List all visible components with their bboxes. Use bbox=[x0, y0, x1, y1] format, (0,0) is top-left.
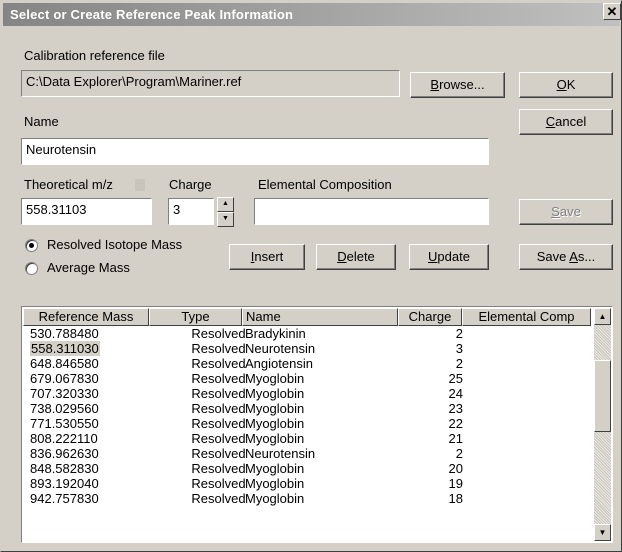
cell-name: Neurotensin bbox=[245, 446, 316, 461]
col-header-reference-mass[interactable]: Reference Mass bbox=[23, 308, 149, 326]
cell-name: Myoglobin bbox=[245, 461, 305, 476]
charge-field[interactable]: 3 bbox=[168, 198, 214, 225]
col-header-type[interactable]: Type bbox=[149, 308, 242, 326]
mz-marker bbox=[135, 179, 145, 191]
cell-charge: 21 bbox=[448, 431, 463, 446]
table-row[interactable]: 808.222110 Resolved Myoglobin 21 bbox=[23, 431, 591, 446]
update-button[interactable]: Update bbox=[409, 244, 489, 270]
scroll-down-arrow-icon[interactable]: ▼ bbox=[594, 524, 611, 541]
col-header-charge[interactable]: Charge bbox=[398, 308, 462, 326]
name-input-value: Neurotensin bbox=[26, 142, 97, 157]
table-row[interactable]: 530.788480 Resolved Bradykinin 2 bbox=[23, 326, 591, 341]
cell-name: Myoglobin bbox=[245, 401, 305, 416]
theoretical-mz-field[interactable]: 558.31103 bbox=[21, 198, 152, 225]
table-row[interactable]: 707.320330 Resolved Myoglobin 24 bbox=[23, 386, 591, 401]
spin-up-icon[interactable]: ▲ bbox=[217, 197, 234, 212]
charge-value: 3 bbox=[173, 202, 181, 217]
reference-peak-list[interactable]: Reference Mass Type Name Charge Elementa… bbox=[21, 306, 613, 543]
cell-reference-mass: 942.757830 bbox=[30, 491, 99, 506]
radio-resolved-isotope[interactable] bbox=[25, 239, 38, 252]
cell-name: Myoglobin bbox=[245, 386, 305, 401]
cell-charge: 2 bbox=[455, 326, 463, 341]
cell-name: Myoglobin bbox=[245, 371, 305, 386]
table-row[interactable]: 848.582830 Resolved Myoglobin 20 bbox=[23, 461, 591, 476]
ok-button[interactable]: OK bbox=[519, 72, 613, 98]
save-as-button[interactable]: Save As... bbox=[519, 244, 613, 270]
save-button[interactable]: Save bbox=[519, 199, 613, 225]
cell-name: Myoglobin bbox=[245, 431, 305, 446]
radio-resolved-label: Resolved Isotope Mass bbox=[47, 237, 183, 252]
cell-reference-mass: 836.962630 bbox=[30, 446, 99, 461]
table-row[interactable]: 679.067830 Resolved Myoglobin 25 bbox=[23, 371, 591, 386]
col-header-elemental-comp[interactable]: Elemental Comp bbox=[462, 308, 591, 326]
calibration-file-label: Calibration reference file bbox=[24, 48, 165, 63]
cell-reference-mass: 530.788480 bbox=[30, 326, 99, 341]
dialog-title: Select or Create Reference Peak Informat… bbox=[10, 7, 294, 22]
scroll-up-arrow-icon[interactable]: ▲ bbox=[594, 308, 611, 325]
cell-charge: 24 bbox=[448, 386, 463, 401]
col-header-name[interactable]: Name bbox=[242, 308, 398, 326]
cell-name: Bradykinin bbox=[245, 326, 306, 341]
cell-reference-mass: 771.530550 bbox=[30, 416, 99, 431]
insert-button[interactable]: Insert bbox=[229, 244, 305, 270]
table-row[interactable]: 558.311030 Resolved Neurotensin 3 bbox=[23, 341, 591, 356]
cell-name: Myoglobin bbox=[245, 416, 305, 431]
cell-charge: 22 bbox=[448, 416, 463, 431]
cell-reference-mass: 648.846580 bbox=[30, 356, 99, 371]
charge-label: Charge bbox=[169, 177, 212, 192]
theoretical-mz-value: 558.31103 bbox=[26, 202, 87, 217]
cell-charge: 20 bbox=[448, 461, 463, 476]
cell-name: Neurotensin bbox=[245, 341, 316, 356]
reference-peak-dialog: Select or Create Reference Peak Informat… bbox=[0, 0, 622, 552]
cell-charge: 2 bbox=[455, 356, 463, 371]
radio-average-mass[interactable] bbox=[25, 262, 38, 275]
table-row[interactable]: 942.757830 Resolved Myoglobin 18 bbox=[23, 491, 591, 506]
cell-name: Myoglobin bbox=[245, 476, 305, 491]
radio-average-label: Average Mass bbox=[47, 260, 130, 275]
cell-name: Myoglobin bbox=[245, 491, 305, 506]
cell-reference-mass: 893.192040 bbox=[30, 476, 99, 491]
cell-charge: 25 bbox=[448, 371, 463, 386]
cell-reference-mass: 848.582830 bbox=[30, 461, 99, 476]
cell-name: Angiotensin bbox=[245, 356, 313, 371]
cell-charge: 18 bbox=[448, 491, 463, 506]
browse-button[interactable]: Browse... bbox=[410, 72, 505, 98]
list-vertical-scrollbar[interactable]: ▲ ▼ bbox=[594, 308, 611, 541]
cell-charge: 23 bbox=[448, 401, 463, 416]
delete-button[interactable]: Delete bbox=[316, 244, 396, 270]
cancel-button[interactable]: Cancel bbox=[519, 109, 613, 135]
cell-charge: 2 bbox=[455, 446, 463, 461]
cell-reference-mass: 558.311030 bbox=[30, 341, 100, 356]
table-row[interactable]: 648.846580 Resolved Angiotensin 2 bbox=[23, 356, 591, 371]
table-row[interactable]: 893.192040 Resolved Myoglobin 19 bbox=[23, 476, 591, 491]
elemental-composition-field[interactable] bbox=[254, 198, 489, 225]
scroll-thumb[interactable] bbox=[594, 360, 611, 432]
calibration-file-path: C:\Data Explorer\Program\Mariner.ref bbox=[26, 74, 242, 89]
table-row[interactable]: 738.029560 Resolved Myoglobin 23 bbox=[23, 401, 591, 416]
table-row[interactable]: 771.530550 Resolved Myoglobin 22 bbox=[23, 416, 591, 431]
table-row[interactable]: 836.962630 Resolved Neurotensin 2 bbox=[23, 446, 591, 461]
cell-reference-mass: 808.222110 bbox=[30, 431, 98, 446]
close-button[interactable]: ✕ bbox=[603, 3, 621, 20]
spin-down-icon[interactable]: ▼ bbox=[217, 212, 234, 227]
elemental-composition-label: Elemental Composition bbox=[258, 177, 392, 192]
cell-reference-mass: 679.067830 bbox=[30, 371, 99, 386]
name-field[interactable]: Neurotensin bbox=[21, 138, 489, 165]
calibration-file-field: C:\Data Explorer\Program\Mariner.ref bbox=[21, 70, 400, 97]
cell-charge: 19 bbox=[448, 476, 463, 491]
name-label: Name bbox=[24, 114, 59, 129]
cell-reference-mass: 707.320330 bbox=[30, 386, 99, 401]
cell-charge: 3 bbox=[455, 341, 463, 356]
close-icon: ✕ bbox=[606, 4, 618, 19]
cell-reference-mass: 738.029560 bbox=[30, 401, 99, 416]
title-bar[interactable]: Select or Create Reference Peak Informat… bbox=[3, 3, 620, 26]
theoretical-mz-label: Theoretical m/z bbox=[24, 177, 113, 192]
